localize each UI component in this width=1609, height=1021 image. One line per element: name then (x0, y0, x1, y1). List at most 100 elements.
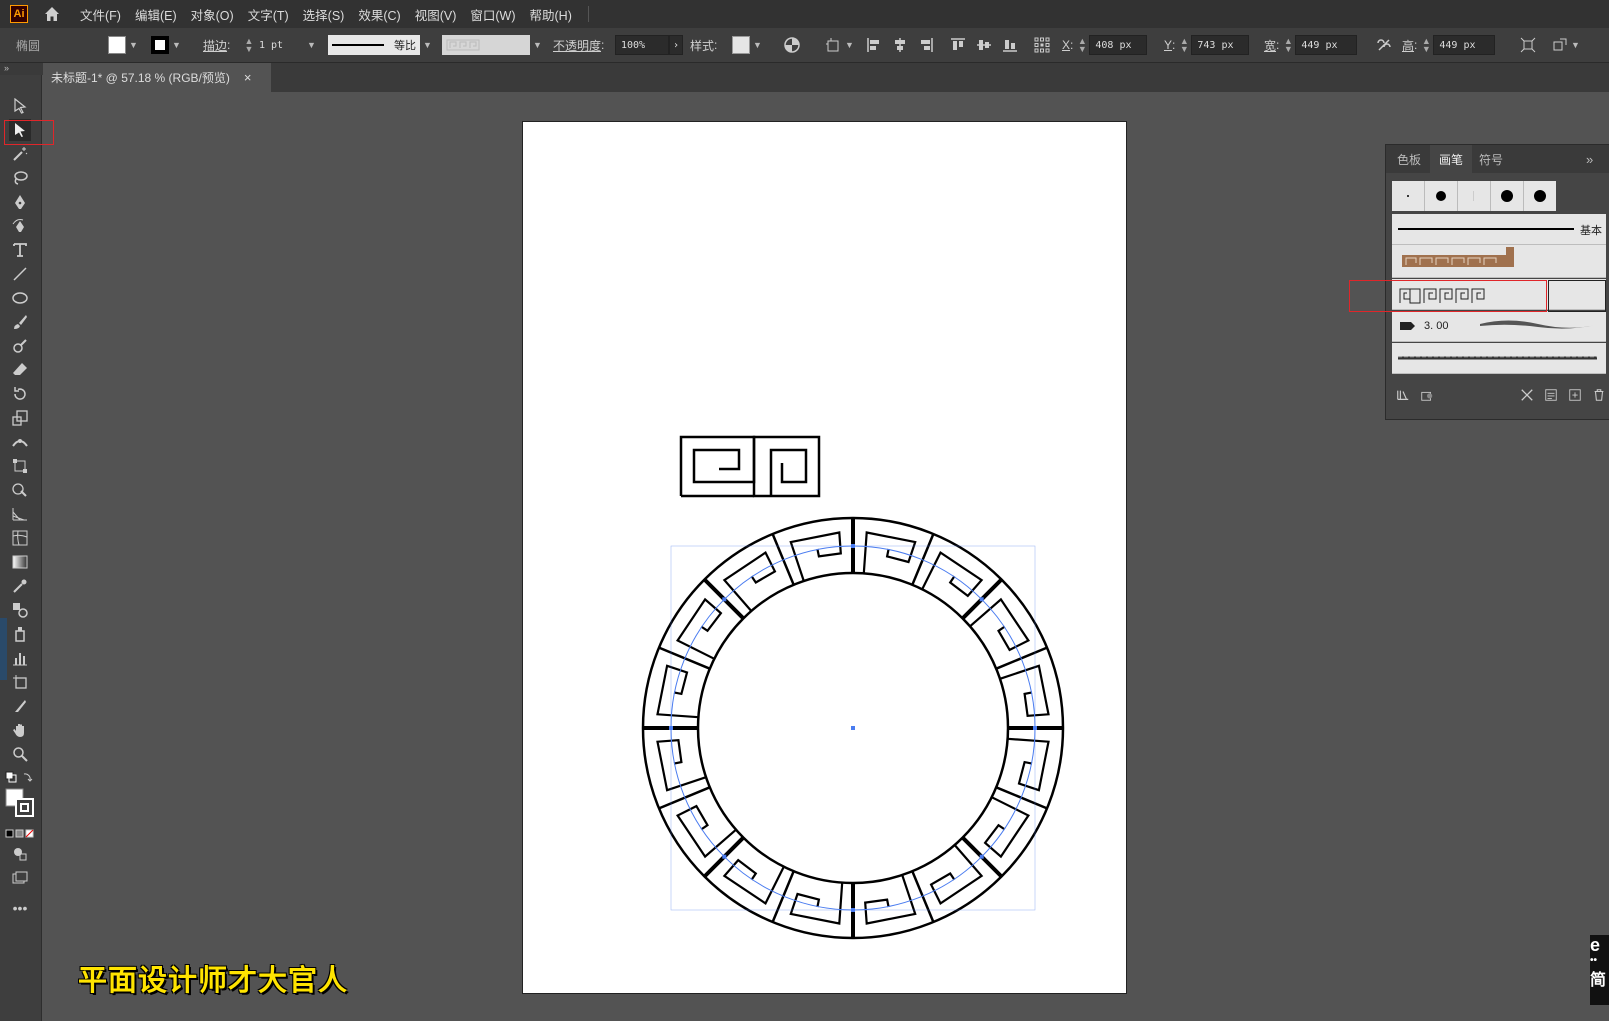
eraser-tool-icon[interactable] (9, 359, 31, 381)
isolate-icon[interactable] (1552, 37, 1568, 53)
brush-calligraphic[interactable]: 3. 00 (1392, 311, 1606, 342)
chevron-down-icon[interactable]: ▼ (533, 40, 542, 50)
new-brush-icon[interactable] (1568, 387, 1582, 403)
stepper-icon[interactable]: ▲ ▼ (1077, 37, 1087, 54)
menu-type[interactable]: 文字(T) (248, 5, 289, 24)
stepper-icon[interactable]: ▲ ▼ (244, 37, 254, 54)
brush-dot-large-2[interactable] (1524, 181, 1556, 211)
artwork-canvas[interactable] (523, 122, 1126, 993)
brush-options-icon[interactable] (1544, 387, 1558, 403)
chevron-down-icon[interactable]: ▼ (1571, 40, 1580, 50)
opacity-label[interactable]: 不透明度 (553, 37, 601, 54)
screen-mode-icon[interactable] (9, 867, 31, 889)
brush-definition-select[interactable] (442, 35, 530, 55)
chevron-down-icon[interactable]: ▼ (753, 40, 762, 50)
stepper-icon[interactable]: ▲ ▼ (1421, 37, 1431, 54)
slice-tool-icon[interactable] (9, 695, 31, 717)
menu-object[interactable]: 对象(O) (191, 5, 234, 24)
delete-brush-icon[interactable] (1592, 387, 1606, 403)
x-input[interactable]: 408 px (1089, 35, 1148, 55)
brush-dot-medium[interactable] (1425, 181, 1458, 211)
opacity-input[interactable]: 100% (615, 35, 669, 55)
align-vertical-center-icon[interactable] (976, 37, 992, 53)
close-icon[interactable]: × (244, 70, 252, 85)
curvature-tool-icon[interactable] (9, 215, 31, 237)
chevron-down-icon[interactable]: ▼ (423, 40, 432, 50)
hand-tool-icon[interactable] (9, 719, 31, 741)
transform-panel-icon[interactable] (1520, 37, 1536, 53)
rotate-tool-icon[interactable] (9, 383, 31, 405)
type-tool-icon[interactable] (9, 239, 31, 261)
height-input[interactable]: 449 px (1433, 35, 1496, 55)
selection-tool-icon[interactable] (9, 95, 31, 117)
chevron-down-icon[interactable]: ▼ (129, 40, 138, 50)
recolor-artwork-icon[interactable] (784, 37, 800, 53)
stroke-label[interactable]: 描边 (203, 37, 227, 54)
fill-swatch[interactable] (108, 36, 126, 54)
menu-window[interactable]: 窗口(W) (470, 5, 515, 24)
eyedropper-tool-icon[interactable] (9, 575, 31, 597)
reference-point-icon[interactable] (1034, 37, 1050, 53)
chevron-down-icon[interactable]: ▼ (172, 40, 181, 50)
remove-brush-stroke-icon[interactable] (1520, 387, 1534, 403)
paintbrush-tool-icon[interactable] (9, 311, 31, 333)
column-graph-tool-icon[interactable] (9, 647, 31, 669)
mesh-tool-icon[interactable] (9, 527, 31, 549)
brush-basic[interactable]: 基本 (1392, 214, 1606, 245)
width-input[interactable]: 449 px (1295, 35, 1358, 55)
zoom-tool-icon[interactable] (9, 743, 31, 765)
artboard-tool-icon[interactable] (9, 671, 31, 693)
align-left-icon[interactable] (866, 37, 882, 53)
menu-view[interactable]: 视图(V) (415, 5, 457, 24)
stroke-swatch[interactable] (151, 36, 169, 54)
document-tab[interactable]: 未标题-1* @ 57.18 % (RGB/预览) × (43, 63, 271, 92)
perspective-grid-tool-icon[interactable] (9, 503, 31, 525)
brush-charcoal[interactable] (1392, 343, 1606, 374)
y-input[interactable]: 743 px (1191, 35, 1250, 55)
stroke-weight-input[interactable]: 1 pt (254, 35, 304, 55)
tab-brushes[interactable]: 画笔 (1430, 145, 1473, 173)
chevron-down-icon[interactable]: ▼ (845, 40, 854, 50)
brush-ornate-pattern[interactable] (1392, 245, 1606, 278)
default-fill-stroke-icon[interactable] (4, 767, 34, 789)
scale-tool-icon[interactable] (9, 407, 31, 429)
pen-tool-icon[interactable] (9, 191, 31, 213)
stepper-icon[interactable]: ▲ ▼ (1179, 37, 1189, 54)
stroke-profile-select[interactable]: 等比 (328, 35, 420, 55)
blend-tool-icon[interactable] (9, 599, 31, 621)
brush-dot-small[interactable] (1392, 181, 1425, 211)
stepper-icon[interactable]: ▲ ▼ (1283, 37, 1293, 54)
menu-select[interactable]: 选择(S) (303, 5, 345, 24)
menu-help[interactable]: 帮助(H) (530, 5, 572, 24)
brush-dot-large[interactable] (1491, 181, 1524, 211)
symbol-sprayer-tool-icon[interactable] (9, 623, 31, 645)
more-tools-icon[interactable]: ••• (9, 897, 31, 919)
toolbar-collapse-icon[interactable]: » (0, 63, 47, 75)
ellipse-tool-icon[interactable] (9, 287, 31, 309)
draw-mode-icon[interactable] (9, 843, 31, 865)
menu-file[interactable]: 文件(F) (80, 5, 121, 24)
align-bottom-icon[interactable] (1002, 37, 1018, 53)
gradient-tool-icon[interactable] (9, 551, 31, 573)
fill-stroke-swatches[interactable] (4, 787, 36, 819)
align-horizontal-center-icon[interactable] (892, 37, 908, 53)
free-transform-tool-icon[interactable] (9, 455, 31, 477)
lasso-tool-icon[interactable] (9, 167, 31, 189)
brush-libraries-icon[interactable] (1396, 387, 1410, 403)
shape-builder-tool-icon[interactable] (9, 479, 31, 501)
line-tool-icon[interactable] (9, 263, 31, 285)
brush-dot-soft[interactable] (1458, 181, 1491, 211)
graphic-style-swatch[interactable] (732, 36, 750, 54)
menu-effect[interactable]: 效果(C) (358, 5, 400, 24)
tab-swatches[interactable]: 色板 (1397, 145, 1421, 173)
chevron-down-icon[interactable]: ▼ (307, 40, 316, 50)
transform-reference-icon[interactable] (826, 37, 842, 53)
magic-wand-tool-icon[interactable] (9, 143, 31, 165)
align-right-icon[interactable] (918, 37, 934, 53)
align-top-icon[interactable] (950, 37, 966, 53)
chevron-right-icon[interactable]: › (669, 35, 683, 55)
home-icon[interactable] (42, 4, 62, 24)
shaper-tool-icon[interactable] (9, 335, 31, 357)
panel-menu-icon[interactable]: » (1586, 145, 1593, 173)
constrain-proportions-icon[interactable] (1376, 37, 1392, 53)
